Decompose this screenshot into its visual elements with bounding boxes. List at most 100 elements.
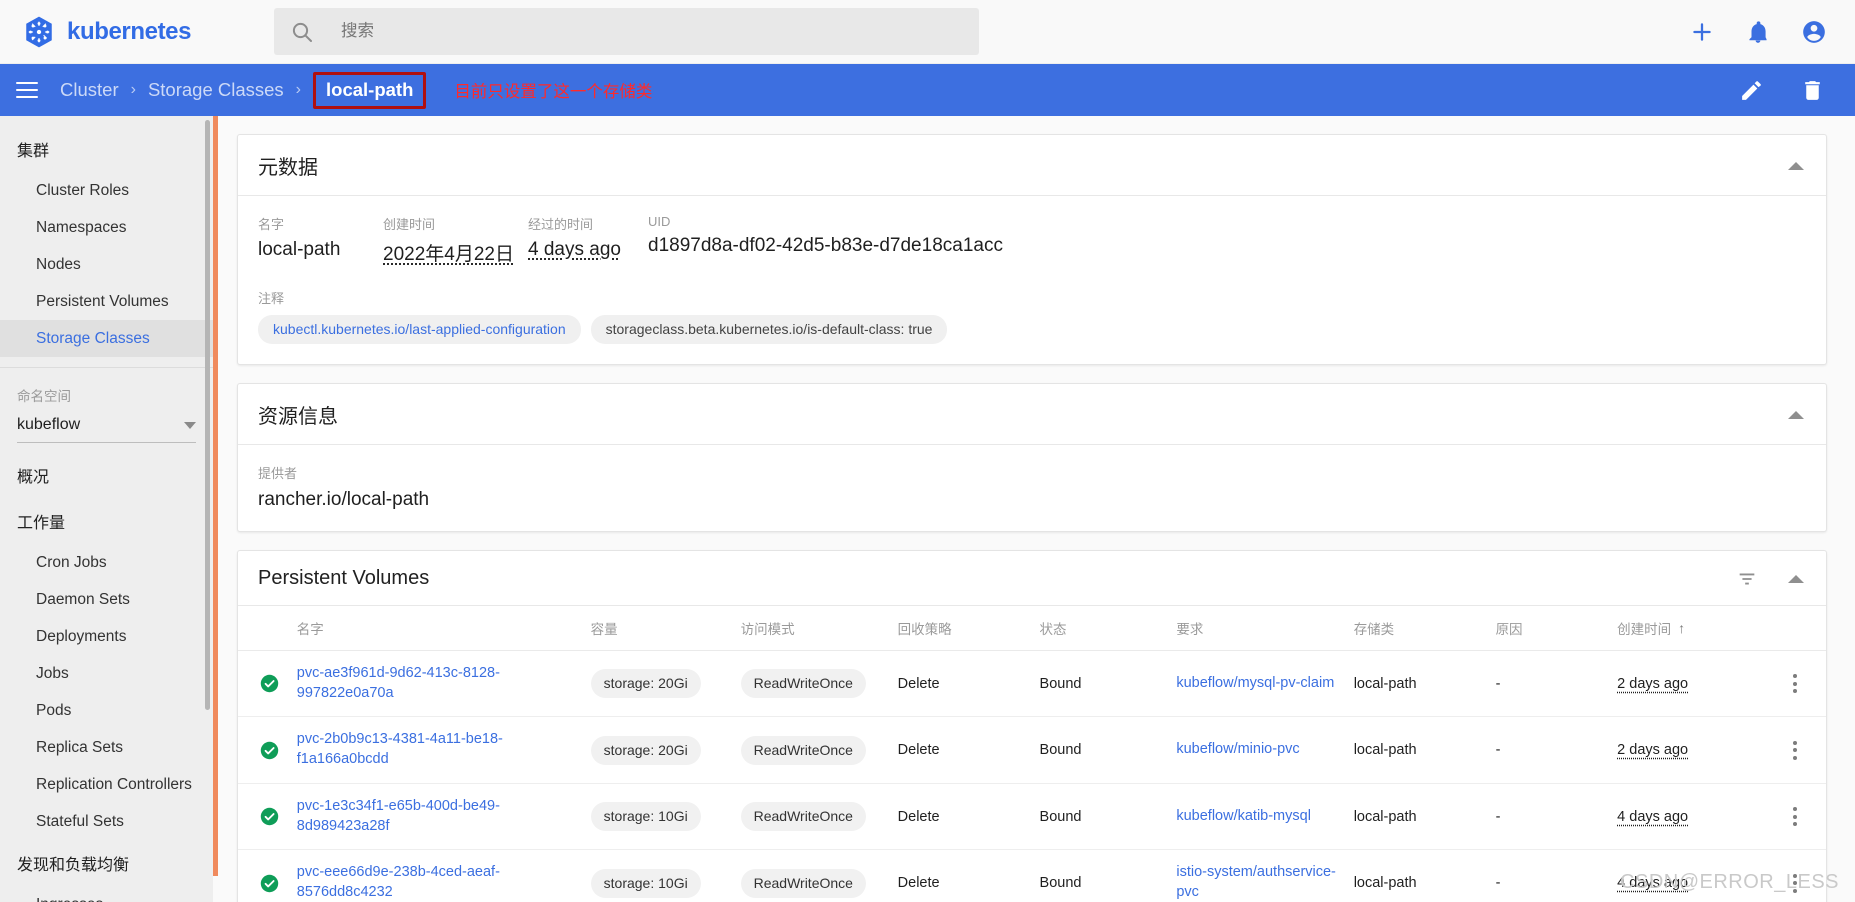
- row-status-cell: [238, 849, 297, 902]
- sidebar-item-replication-controllers[interactable]: Replication Controllers: [0, 766, 213, 803]
- persistent-volumes-card: Persistent Volumes 名字 容量 访问模式 回收策略 状态 要求…: [237, 550, 1827, 902]
- chevron-up-icon[interactable]: [1788, 161, 1804, 170]
- kubernetes-helm-logo-icon: [26, 16, 52, 47]
- th-state[interactable]: 状态: [1039, 606, 1177, 651]
- th-claim[interactable]: 要求: [1176, 606, 1354, 651]
- sidebar-item-persistent-volumes[interactable]: Persistent Volumes: [0, 283, 213, 320]
- th-reclaim-policy[interactable]: 回收策略: [897, 606, 1040, 651]
- sidebar-item-storage-classes[interactable]: Storage Classes: [0, 320, 213, 357]
- table-row[interactable]: pvc-2b0b9c13-4381-4a11-be18-f1a166a0bcdd…: [238, 716, 1826, 784]
- sidebar-item-pods[interactable]: Pods: [0, 692, 213, 729]
- sidebar-item-stateful-sets[interactable]: Stateful Sets: [0, 803, 213, 840]
- capacity-pill: storage: 10Gi: [590, 802, 701, 832]
- row-name-cell: pvc-2b0b9c13-4381-4a11-be18-f1a166a0bcdd: [296, 716, 591, 784]
- sidebar-scrollbar[interactable]: [205, 120, 210, 710]
- breadcrumb-item-cluster[interactable]: Cluster: [60, 79, 119, 101]
- plus-icon[interactable]: [1689, 19, 1715, 45]
- table-row[interactable]: pvc-1e3c34f1-e65b-400d-be49-8d989423a28f…: [238, 783, 1826, 851]
- breadcrumb-item-storage-classes[interactable]: Storage Classes: [148, 79, 284, 101]
- table-row[interactable]: pvc-ae3f961d-9d62-413c-8128-997822e0a70a…: [238, 650, 1826, 718]
- row-status-cell: [238, 716, 297, 784]
- table-row[interactable]: pvc-eee66d9e-238b-4ced-aeaf-8576dd8c4232…: [238, 849, 1826, 902]
- toolbar-actions: [1739, 78, 1855, 103]
- sidebar-group-discovery: 发现和负载均衡: [17, 857, 130, 874]
- breadcrumb-item-local-path: local-path: [313, 71, 427, 109]
- claim-link[interactable]: kubeflow/minio-pvc: [1176, 741, 1299, 757]
- th-storage-class[interactable]: 存储类: [1353, 606, 1496, 651]
- row-capacity-cell: storage: 20Gi: [590, 650, 741, 718]
- resource-info-card-actions: [1788, 410, 1804, 419]
- row-reclaim-cell: Delete: [897, 650, 1040, 718]
- account-circle-icon[interactable]: [1801, 19, 1827, 45]
- sidebar-item-ingresses[interactable]: Ingresses: [0, 886, 213, 902]
- capacity-pill: storage: 10Gi: [590, 868, 701, 898]
- annotation-chip-last-applied-configuration[interactable]: kubectl.kubernetes.io/last-applied-confi…: [258, 315, 581, 344]
- pv-name-link[interactable]: pvc-eee66d9e-238b-4ced-aeaf-8576dd8c4232: [297, 864, 500, 900]
- metadata-field-age: 经过的时间 4 days ago: [528, 214, 638, 261]
- pv-name-link[interactable]: pvc-ae3f961d-9d62-413c-8128-997822e0a70a: [297, 665, 500, 701]
- created-value: 2 days ago: [1617, 742, 1689, 759]
- th-capacity[interactable]: 容量: [590, 606, 741, 651]
- sidebar-item-deployments[interactable]: Deployments: [0, 618, 213, 655]
- provisioner-value: rancher.io/local-path: [258, 489, 430, 510]
- sidebar-item-cluster-roles[interactable]: Cluster Roles: [0, 172, 213, 209]
- sidebar-divider: [0, 367, 213, 368]
- row-access-cell: ReadWriteOnce: [740, 849, 898, 902]
- row-actions-cell: [1769, 783, 1826, 851]
- sidebar-item-jobs[interactable]: Jobs: [0, 655, 213, 692]
- annotation-chip-is-default-class[interactable]: storageclass.beta.kubernetes.io/is-defau…: [590, 315, 948, 344]
- row-reclaim-cell: Delete: [897, 716, 1040, 784]
- sidebar[interactable]: 集群 Cluster Roles Namespaces Nodes Persis…: [0, 116, 213, 902]
- metadata-field-created-label: 创建时间: [383, 217, 436, 232]
- pv-name-link[interactable]: pvc-2b0b9c13-4381-4a11-be18-f1a166a0bcdd: [297, 731, 503, 767]
- sidebar-item-overview[interactable]: 概况: [0, 452, 213, 498]
- claim-link[interactable]: kubeflow/katib-mysql: [1176, 808, 1311, 824]
- sidebar-item-replica-sets[interactable]: Replica Sets: [0, 729, 213, 766]
- search-bar[interactable]: [274, 8, 979, 55]
- namespace-label: 命名空间: [17, 389, 71, 404]
- row-menu-icon[interactable]: [1769, 674, 1820, 694]
- chevron-up-icon[interactable]: [1788, 410, 1804, 419]
- edit-pencil-icon[interactable]: [1739, 78, 1764, 103]
- row-storage-class-cell: local-path: [1353, 783, 1496, 851]
- row-reason-cell: -: [1495, 783, 1618, 851]
- sidebar-item-daemon-sets[interactable]: Daemon Sets: [0, 581, 213, 618]
- claim-link[interactable]: istio-system/authservice-pvc: [1176, 864, 1336, 900]
- chevron-up-icon[interactable]: [1788, 574, 1804, 583]
- access-mode-pill: ReadWriteOnce: [740, 735, 866, 765]
- sidebar-item-namespaces[interactable]: Namespaces: [0, 209, 213, 246]
- th-name[interactable]: 名字: [296, 606, 591, 651]
- filter-list-icon[interactable]: [1736, 568, 1758, 590]
- claim-link[interactable]: kubeflow/mysql-pv-claim: [1176, 675, 1334, 691]
- row-menu-icon[interactable]: [1769, 740, 1820, 760]
- bell-icon[interactable]: [1745, 19, 1771, 45]
- sidebar-group-cluster: 集群: [17, 143, 50, 160]
- row-claim-cell: istio-system/authservice-pvc: [1176, 849, 1354, 902]
- row-menu-icon[interactable]: [1769, 873, 1820, 893]
- namespace-selector[interactable]: kubeflow: [17, 411, 196, 443]
- metadata-field-created-value: 2022年4月22日: [383, 244, 514, 265]
- metadata-field-age-value: 4 days ago: [528, 239, 621, 260]
- th-created-sortable[interactable]: 创建时间 ↑: [1617, 618, 1685, 638]
- row-reason-cell: -: [1495, 716, 1618, 784]
- brand[interactable]: kubernetes: [0, 15, 262, 49]
- row-created-cell: 2 days ago: [1617, 650, 1770, 718]
- row-capacity-cell: storage: 10Gi: [590, 783, 741, 851]
- row-reclaim-cell: Delete: [897, 849, 1040, 902]
- sidebar-item-nodes[interactable]: Nodes: [0, 246, 213, 283]
- row-storage-class-cell: local-path: [1353, 650, 1496, 718]
- th-created[interactable]: 创建时间 ↑: [1617, 606, 1770, 651]
- pv-name-link[interactable]: pvc-1e3c34f1-e65b-400d-be49-8d989423a28f: [297, 798, 500, 834]
- delete-trash-icon[interactable]: [1800, 78, 1825, 103]
- hamburger-menu-icon[interactable]: [16, 82, 38, 98]
- th-reason[interactable]: 原因: [1495, 606, 1618, 651]
- sidebar-item-cron-jobs[interactable]: Cron Jobs: [0, 544, 213, 581]
- search-input[interactable]: [339, 8, 963, 55]
- top-header: kubernetes: [0, 0, 1855, 64]
- row-name-cell: pvc-eee66d9e-238b-4ced-aeaf-8576dd8c4232: [296, 849, 591, 902]
- th-access-modes[interactable]: 访问模式: [740, 606, 898, 651]
- header-actions: [1689, 19, 1855, 45]
- row-menu-icon[interactable]: [1769, 807, 1820, 827]
- metadata-field-uid-label: UID: [648, 214, 671, 229]
- metadata-field-age-label: 经过的时间: [528, 217, 594, 232]
